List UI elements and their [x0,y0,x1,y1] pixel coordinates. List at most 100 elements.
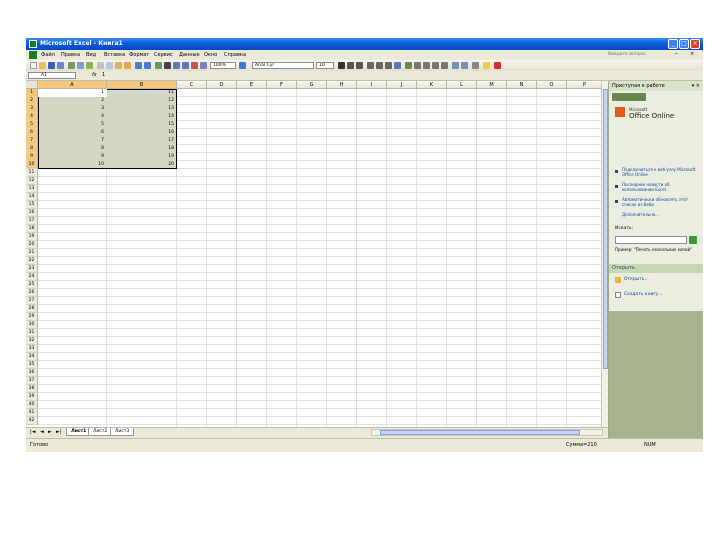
close-button[interactable]: × [690,39,700,49]
vertical-scrollbar[interactable] [601,81,608,427]
menu-window[interactable]: Окно [204,52,217,58]
hyperlink-icon[interactable] [155,62,162,69]
currency-icon[interactable] [405,62,412,69]
row-header-25[interactable]: 25 [26,281,38,289]
cell-a1[interactable]: 1 [38,89,104,97]
link-more[interactable]: Дополнительно... [622,212,696,217]
row-header-6[interactable]: 6 [26,129,38,137]
row-header-30[interactable]: 30 [26,321,38,329]
format-painter-icon[interactable] [124,62,131,69]
row-header-5[interactable]: 5 [26,121,38,129]
row-header-28[interactable]: 28 [26,305,38,313]
cell-b3[interactable]: 13 [107,105,174,113]
align-right-icon[interactable] [385,62,392,69]
column-header-e[interactable]: E [237,81,267,89]
cell-a9[interactable]: 9 [38,153,104,161]
align-left-icon[interactable] [367,62,374,69]
menu-file[interactable]: Файл [41,52,55,58]
menu-view[interactable]: Вид [86,52,96,58]
font-select[interactable]: Arial Cyr [252,62,314,69]
open-icon[interactable] [39,62,46,69]
cell-b7[interactable]: 17 [107,137,174,145]
column-header-f[interactable]: F [267,81,297,89]
paste-icon[interactable] [115,62,122,69]
row-header-32[interactable]: 32 [26,337,38,345]
row-header-9[interactable]: 9 [26,153,38,161]
cell-a6[interactable]: 6 [38,129,104,137]
underline-icon[interactable] [356,62,363,69]
column-header-c[interactable]: C [177,81,207,89]
link-latest-news[interactable]: Последние новости об использовании Excel [622,182,696,192]
row-header-3[interactable]: 3 [26,105,38,113]
horizontal-scrollbar[interactable] [371,429,603,436]
row-header-8[interactable]: 8 [26,145,38,153]
row-header-4[interactable]: 4 [26,113,38,121]
font-color-icon[interactable] [494,62,501,69]
first-sheet-button[interactable]: |◄ [30,429,36,435]
new-icon[interactable] [30,62,37,69]
help-icon[interactable] [239,62,246,69]
row-header-23[interactable]: 23 [26,265,38,273]
row-header-29[interactable]: 29 [26,313,38,321]
cell-a2[interactable]: 2 [38,97,104,105]
cell-b6[interactable]: 16 [107,129,174,137]
cell-a7[interactable]: 7 [38,137,104,145]
row-header-1[interactable]: 1 [26,89,38,97]
row-header-34[interactable]: 34 [26,353,38,361]
permission-icon[interactable] [57,62,64,69]
borders-icon[interactable] [472,62,479,69]
column-header-n[interactable]: N [507,81,537,89]
column-header-p[interactable]: P [567,81,601,89]
horizontal-scroll-thumb[interactable] [380,430,580,435]
merge-center-icon[interactable] [394,62,401,69]
minimize-button[interactable]: _ [668,39,678,49]
column-header-a[interactable]: A [38,81,107,89]
autosum-icon[interactable] [164,62,171,69]
last-sheet-button[interactable]: ►| [56,429,62,435]
column-header-o[interactable]: O [537,81,567,89]
cell-b8[interactable]: 18 [107,145,174,153]
select-all-corner[interactable] [26,81,38,89]
row-header-12[interactable]: 12 [26,177,38,185]
link-auto-update[interactable]: Автоматически обновлять этот список из В… [622,197,696,207]
cell-a3[interactable]: 3 [38,105,104,113]
decrease-decimal-icon[interactable] [441,62,448,69]
chart-wizard-icon[interactable] [191,62,198,69]
search-input[interactable] [615,236,687,244]
align-center-icon[interactable] [376,62,383,69]
row-header-27[interactable]: 27 [26,297,38,305]
workbook-icon[interactable] [29,51,37,59]
task-pane-close-button[interactable]: ▾ × [692,81,700,91]
preview-icon[interactable] [77,62,84,69]
sheet-tab-3[interactable]: Лист3 [110,428,135,436]
percent-icon[interactable] [414,62,421,69]
row-header-40[interactable]: 40 [26,401,38,409]
redo-icon[interactable] [144,62,151,69]
cell-b5[interactable]: 15 [107,121,174,129]
open-file-link[interactable]: Открыть... [624,277,649,282]
column-header-i[interactable]: I [357,81,387,89]
maximize-button[interactable]: □ [679,39,689,49]
bold-icon[interactable] [338,62,345,69]
font-size-select[interactable]: 10 [316,62,334,69]
row-header-17[interactable]: 17 [26,217,38,225]
column-header-b[interactable]: B [107,81,177,89]
row-header-38[interactable]: 38 [26,385,38,393]
sheet-tab-2[interactable]: Лист2 [88,428,113,436]
row-header-26[interactable]: 26 [26,289,38,297]
fx-icon[interactable]: fx [92,72,97,78]
row-header-11[interactable]: 11 [26,169,38,177]
row-header-2[interactable]: 2 [26,97,38,105]
print-icon[interactable] [68,62,75,69]
menu-edit[interactable]: Правка [61,52,80,58]
column-header-d[interactable]: D [207,81,237,89]
sort-desc-icon[interactable] [182,62,189,69]
row-header-13[interactable]: 13 [26,185,38,193]
row-header-14[interactable]: 14 [26,193,38,201]
cell-b2[interactable]: 12 [107,97,174,105]
row-header-20[interactable]: 20 [26,241,38,249]
row-header-35[interactable]: 35 [26,361,38,369]
doc-minimize-button[interactable]: − [674,51,678,57]
row-header-39[interactable]: 39 [26,393,38,401]
menu-insert[interactable]: Вставка [104,52,125,58]
